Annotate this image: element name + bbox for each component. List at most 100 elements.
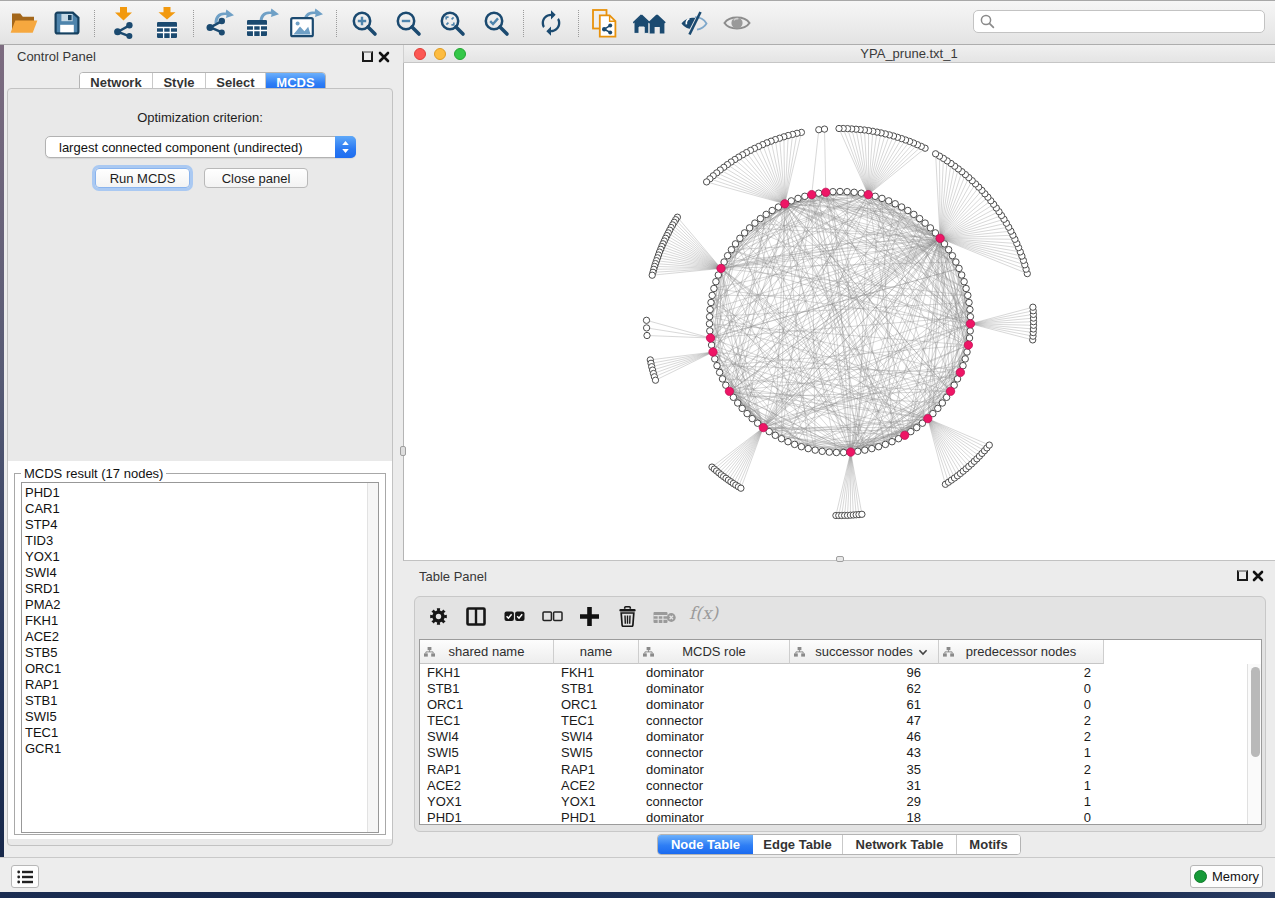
cell-successor_nodes[interactable]: 61 bbox=[790, 696, 939, 712]
column-header-name[interactable]: name bbox=[554, 640, 639, 664]
show-column-panel-button[interactable] bbox=[466, 607, 486, 629]
cell-name[interactable]: STB1 bbox=[554, 680, 639, 696]
table-scrollbar-thumb[interactable] bbox=[1251, 667, 1260, 757]
close-panel-button[interactable]: Close panel bbox=[204, 168, 308, 188]
cell-successor_nodes[interactable]: 18 bbox=[790, 809, 939, 825]
result-list-scrollbar[interactable] bbox=[367, 483, 378, 832]
cell-successor_nodes[interactable]: 47 bbox=[790, 712, 939, 728]
cell-mcds_role[interactable]: connector bbox=[639, 712, 790, 728]
cell-shared_name[interactable]: SWI5 bbox=[420, 744, 554, 760]
cell-name[interactable]: ORC1 bbox=[554, 696, 639, 712]
cell-name[interactable]: PHD1 bbox=[554, 809, 639, 825]
zoom-in-button[interactable] bbox=[351, 1, 378, 45]
mcds-result-item[interactable]: SWI4 bbox=[25, 565, 378, 581]
cell-predecessor_nodes[interactable]: 0 bbox=[939, 680, 1104, 696]
cell-shared_name[interactable]: YOX1 bbox=[420, 793, 554, 809]
cell-successor_nodes[interactable]: 96 bbox=[790, 664, 939, 680]
task-history-button[interactable] bbox=[11, 865, 39, 888]
column-header-predecessor-nodes[interactable]: predecessor nodes bbox=[939, 640, 1104, 664]
table-row-RAP1[interactable]: RAP1RAP1dominator352 bbox=[420, 761, 1261, 777]
maximize-window-traffic-light[interactable] bbox=[454, 48, 466, 60]
cell-name[interactable]: YOX1 bbox=[554, 793, 639, 809]
cell-mcds_role[interactable]: dominator bbox=[639, 728, 790, 744]
close-table-panel-icon[interactable] bbox=[1252, 570, 1264, 582]
vertical-splitter-handle[interactable] bbox=[400, 446, 406, 456]
cell-mcds_role[interactable]: dominator bbox=[639, 696, 790, 712]
cell-predecessor_nodes[interactable]: 1 bbox=[939, 793, 1104, 809]
hide-selected-button[interactable] bbox=[680, 1, 708, 45]
table-scrollbar[interactable] bbox=[1247, 664, 1261, 824]
cell-shared_name[interactable]: TEC1 bbox=[420, 712, 554, 728]
mcds-result-item[interactable]: PHD1 bbox=[25, 485, 378, 501]
cell-successor_nodes[interactable]: 35 bbox=[790, 761, 939, 777]
table-row-ACE2[interactable]: ACE2ACE2connector311 bbox=[420, 777, 1261, 793]
mcds-result-item[interactable]: FKH1 bbox=[25, 613, 378, 629]
network-window-titlebar[interactable]: YPA_prune.txt_1 bbox=[403, 45, 1275, 63]
table-row-SWI4[interactable]: SWI4SWI4dominator462 bbox=[420, 728, 1261, 744]
zoom-fit-button[interactable] bbox=[439, 1, 466, 45]
column-header-MCDS-role[interactable]: MCDS role bbox=[639, 640, 790, 664]
cell-predecessor_nodes[interactable]: 2 bbox=[939, 712, 1104, 728]
cell-successor_nodes[interactable]: 46 bbox=[790, 728, 939, 744]
column-header-successor-nodes[interactable]: successor nodes bbox=[790, 640, 939, 664]
delete-columns-button[interactable] bbox=[618, 606, 637, 630]
criterion-select[interactable]: largest connected component (undirected) bbox=[45, 136, 356, 158]
show-selected-button[interactable] bbox=[723, 1, 751, 45]
cell-predecessor_nodes[interactable]: 1 bbox=[939, 744, 1104, 760]
float-table-panel-icon[interactable] bbox=[1237, 570, 1248, 581]
cell-predecessor_nodes[interactable]: 0 bbox=[939, 809, 1104, 825]
cell-shared_name[interactable]: ACE2 bbox=[420, 777, 554, 793]
cell-shared_name[interactable]: STB1 bbox=[420, 680, 554, 696]
minimize-window-traffic-light[interactable] bbox=[434, 48, 446, 60]
cell-predecessor_nodes[interactable]: 2 bbox=[939, 761, 1104, 777]
table-row-ORC1[interactable]: ORC1ORC1dominator610 bbox=[420, 696, 1261, 712]
zoom-selected-button[interactable] bbox=[483, 1, 510, 45]
new-network-from-selection-button[interactable] bbox=[592, 1, 618, 45]
zoom-out-button[interactable] bbox=[395, 1, 422, 45]
tab-edge-table[interactable]: Edge Table bbox=[753, 835, 843, 854]
mcds-result-item[interactable]: TID3 bbox=[25, 533, 378, 549]
mcds-result-item[interactable]: ACE2 bbox=[25, 629, 378, 645]
cell-name[interactable]: RAP1 bbox=[554, 761, 639, 777]
mcds-result-item[interactable]: GCR1 bbox=[25, 741, 378, 757]
mcds-result-item[interactable]: ORC1 bbox=[25, 661, 378, 677]
cell-mcds_role[interactable]: connector bbox=[639, 793, 790, 809]
close-window-traffic-light[interactable] bbox=[414, 48, 426, 60]
deselect-all-columns-button[interactable] bbox=[542, 611, 563, 626]
select-all-columns-button[interactable] bbox=[504, 611, 525, 626]
cell-mcds_role[interactable]: dominator bbox=[639, 809, 790, 825]
save-session-button[interactable] bbox=[54, 1, 80, 45]
table-row-FKH1[interactable]: FKH1FKH1dominator962 bbox=[420, 664, 1261, 680]
tab-motifs[interactable]: Motifs bbox=[957, 835, 1020, 854]
horizontal-splitter-handle[interactable] bbox=[836, 556, 844, 562]
cell-shared_name[interactable]: RAP1 bbox=[420, 761, 554, 777]
export-image-button[interactable] bbox=[290, 1, 324, 45]
mcds-result-item[interactable]: STB1 bbox=[25, 693, 378, 709]
delete-table-button[interactable] bbox=[653, 611, 676, 627]
create-column-button[interactable] bbox=[579, 606, 600, 630]
cell-successor_nodes[interactable]: 43 bbox=[790, 744, 939, 760]
tab-node-table[interactable]: Node Table bbox=[658, 835, 753, 854]
cell-mcds_role[interactable]: dominator bbox=[639, 680, 790, 696]
column-header-shared-name[interactable]: shared name bbox=[420, 640, 554, 664]
apply-layout-button[interactable] bbox=[537, 1, 565, 45]
show-all-networks-button[interactable] bbox=[633, 1, 666, 45]
mcds-result-item[interactable]: STP4 bbox=[25, 517, 378, 533]
function-builder-button[interactable]: f(x) bbox=[689, 603, 718, 623]
open-session-button[interactable] bbox=[10, 1, 38, 45]
cell-mcds_role[interactable]: connector bbox=[639, 777, 790, 793]
cell-name[interactable]: SWI5 bbox=[554, 744, 639, 760]
cell-name[interactable]: ACE2 bbox=[554, 777, 639, 793]
mcds-result-item[interactable]: SRD1 bbox=[25, 581, 378, 597]
float-window-icon[interactable] bbox=[362, 51, 373, 62]
mcds-result-item[interactable]: PMA2 bbox=[25, 597, 378, 613]
search-input[interactable] bbox=[995, 11, 1264, 32]
mcds-result-item[interactable]: STB5 bbox=[25, 645, 378, 661]
export-network-button[interactable] bbox=[205, 1, 235, 45]
tab-network-table[interactable]: Network Table bbox=[843, 835, 957, 854]
cell-predecessor_nodes[interactable]: 0 bbox=[939, 696, 1104, 712]
network-canvas[interactable] bbox=[403, 63, 1275, 561]
cell-shared_name[interactable]: ORC1 bbox=[420, 696, 554, 712]
cell-mcds_role[interactable]: dominator bbox=[639, 664, 790, 680]
cell-shared_name[interactable]: PHD1 bbox=[420, 809, 554, 825]
